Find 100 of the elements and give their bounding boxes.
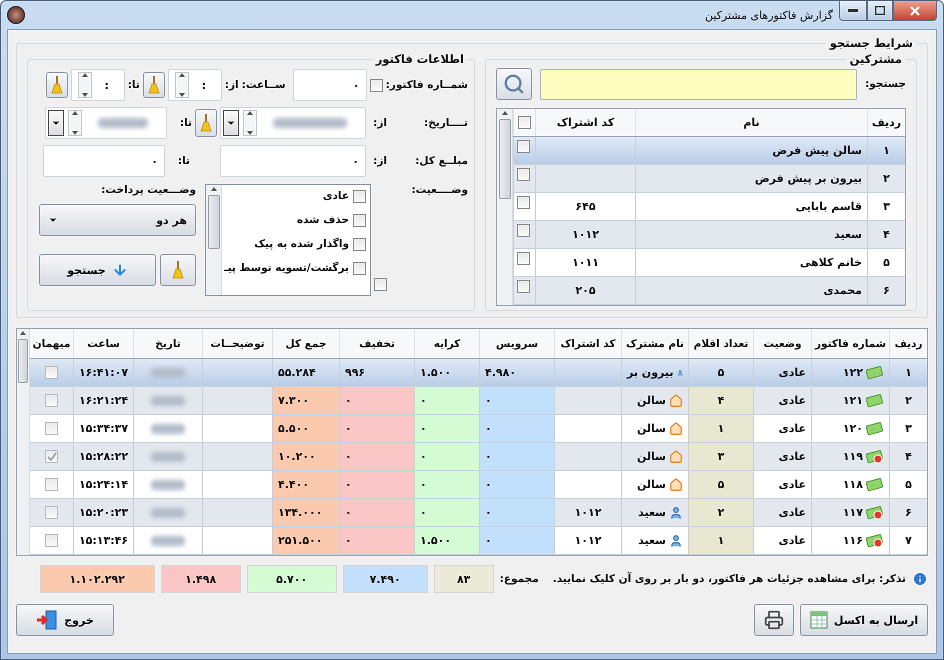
broom-button[interactable] bbox=[160, 254, 196, 286]
scroll-thumb[interactable] bbox=[498, 119, 510, 199]
guest-checkbox[interactable] bbox=[45, 478, 58, 491]
spin-arrows-icon[interactable] bbox=[78, 72, 92, 98]
payment-status-dropdown[interactable]: هر دو bbox=[39, 204, 196, 236]
row-checkbox[interactable] bbox=[517, 168, 530, 181]
scroll-up-icon[interactable] bbox=[20, 331, 26, 335]
date-field[interactable] bbox=[45, 107, 167, 139]
table-row[interactable]: ۳ قاسم بابایی ۶۴۵ bbox=[513, 193, 905, 221]
time-field[interactable]: : bbox=[70, 69, 125, 101]
table-cell: ۵ bbox=[688, 471, 753, 498]
field-label: از: bbox=[224, 79, 239, 91]
broom-button[interactable] bbox=[46, 72, 68, 98]
table-cell: ۵.۵۰۰ bbox=[272, 415, 339, 442]
close-button[interactable] bbox=[893, 1, 937, 21]
dropdown-button[interactable] bbox=[48, 110, 64, 136]
guest-checkbox[interactable] bbox=[45, 506, 58, 519]
table-cell: ۴ bbox=[867, 221, 905, 248]
select-all-checkbox[interactable] bbox=[518, 116, 531, 129]
field-label: جستجو: bbox=[865, 78, 906, 90]
status-checkbox[interactable] bbox=[353, 238, 366, 250]
row-checkbox[interactable] bbox=[517, 280, 530, 293]
time-field[interactable]: : bbox=[168, 69, 222, 101]
broom-button[interactable] bbox=[195, 109, 217, 137]
table-cell: ۱۵:۲۴:۱۴ bbox=[73, 471, 133, 498]
exit-button[interactable]: خروج bbox=[16, 604, 114, 636]
table-cell: ۱۵:۳۴:۳۷ bbox=[73, 415, 133, 442]
scrollbar[interactable] bbox=[206, 185, 222, 295]
amount-field[interactable]: ۰ bbox=[220, 145, 366, 177]
spin-arrows-icon[interactable] bbox=[68, 110, 82, 136]
guest-checkbox[interactable] bbox=[45, 450, 58, 463]
table-cell: سعید bbox=[635, 221, 867, 248]
row-checkbox[interactable] bbox=[517, 196, 530, 209]
amount-field[interactable]: ۰ bbox=[43, 145, 165, 177]
table-cell: ۶۴۵ bbox=[535, 193, 635, 220]
table-row[interactable]: ۱ سالن پیش فرض bbox=[513, 137, 905, 165]
status-option: برگشت/تسویه توسط پیـ bbox=[224, 262, 349, 274]
table-cell: ۰ bbox=[414, 387, 479, 414]
table-cell: ۰ bbox=[339, 415, 414, 442]
close-icon bbox=[910, 6, 920, 16]
table-cell: ۶ bbox=[889, 499, 927, 526]
table-row[interactable]: ۴ سعید ۱۰۱۲ bbox=[513, 221, 905, 249]
status-checkbox[interactable] bbox=[353, 262, 366, 274]
spin-arrows-icon[interactable] bbox=[174, 72, 189, 98]
field-label: تا: bbox=[178, 117, 192, 129]
scroll-up-icon[interactable] bbox=[210, 187, 216, 191]
scroll-thumb[interactable] bbox=[18, 339, 28, 383]
invoice-number-checkbox[interactable] bbox=[370, 78, 383, 92]
date-field[interactable] bbox=[220, 107, 366, 139]
guest-checkbox[interactable] bbox=[45, 366, 58, 379]
table-cell: ۱۲۲ bbox=[811, 359, 889, 386]
column-header: نام مشترک bbox=[621, 329, 688, 358]
status-checkbox[interactable] bbox=[353, 214, 366, 226]
table-row[interactable]: ۶ محمدی ۲۰۵ bbox=[513, 277, 905, 305]
scrollbar[interactable] bbox=[497, 109, 513, 305]
maximize-button[interactable] bbox=[867, 1, 893, 21]
guest-checkbox[interactable] bbox=[45, 394, 58, 407]
status-checkbox[interactable] bbox=[353, 190, 366, 202]
export-excel-button[interactable]: ارسال به اکسل bbox=[800, 604, 928, 636]
table-cell: ۹۹۶ bbox=[339, 359, 414, 386]
table-cell: ۴.۴۰۰ bbox=[272, 471, 339, 498]
table-row[interactable]: ۴ ۱۱۹ عادی ۳ سالن ۰ ۰ ۰ ۱۰.۲۰۰ ۱۵:۲۸:۲۲ bbox=[30, 443, 927, 471]
search-button[interactable]: جستجو bbox=[39, 254, 156, 286]
table-row[interactable]: ۲ ۱۲۱ عادی ۴ سالن ۰ ۰ ۰ ۷.۳۰۰ ۱۶:۲۱:۲۴ bbox=[30, 387, 927, 415]
row-checkbox[interactable] bbox=[517, 224, 530, 237]
column-header: کرایه bbox=[414, 329, 479, 358]
minimize-button[interactable] bbox=[839, 1, 867, 21]
scrollbar[interactable] bbox=[17, 329, 30, 555]
table-row[interactable]: ۶ ۱۱۷ عادی ۲ سعید ۱۰۱۲ ۰ ۰ ۰ ۱۳۴.۰۰۰ ۱۵:۲۰:۲۳ bbox=[30, 499, 927, 527]
table-cell: ۱.۵۰۰ bbox=[414, 359, 479, 386]
table-cell: ۰ bbox=[479, 415, 554, 442]
broom-button[interactable] bbox=[142, 72, 165, 98]
table-row[interactable]: ۳ ۱۲۰ عادی ۱ سالن ۰ ۰ ۰ ۵.۵۰۰ ۱۵:۳۴:۳۷ bbox=[30, 415, 927, 443]
table-row[interactable]: ۵ خانم کلاهی ۱۰۱۱ bbox=[513, 249, 905, 277]
totals-label: مجموع: bbox=[500, 573, 539, 585]
table-row[interactable]: ۷ ۱۱۶ عادی ۱ سعید ۱۰۱۲ ۰ ۱.۵۰۰ ۰ ۲۵۱.۵۰۰ ۱۵:۱۳:۴۶ bbox=[30, 527, 927, 555]
all-status-checkbox[interactable] bbox=[374, 278, 387, 291]
scroll-up-icon[interactable] bbox=[502, 111, 508, 115]
row-checkbox[interactable] bbox=[517, 140, 530, 153]
status-option: عادی bbox=[322, 190, 349, 202]
search-button[interactable] bbox=[496, 68, 532, 100]
invoice-number-field[interactable]: ۰ bbox=[292, 69, 367, 101]
print-button[interactable] bbox=[754, 604, 794, 636]
table-cell: ۱ bbox=[867, 137, 905, 164]
table-cell: ۰ bbox=[414, 415, 479, 442]
guest-checkbox[interactable] bbox=[45, 422, 58, 435]
table-row[interactable]: ۲ بیرون بر پیش فرض bbox=[513, 165, 905, 193]
field-label: تا: bbox=[128, 79, 140, 91]
row-checkbox[interactable] bbox=[517, 252, 530, 265]
search-field[interactable] bbox=[540, 68, 858, 100]
table-cell: ۱۵:۲۰:۲۳ bbox=[73, 499, 133, 526]
broom-icon bbox=[171, 261, 185, 279]
table-cell: ۰ bbox=[414, 499, 479, 526]
spin-arrows-icon[interactable] bbox=[243, 110, 257, 136]
scroll-thumb[interactable] bbox=[208, 195, 220, 249]
table-row[interactable]: ۵ ۱۱۸ عادی ۵ سالن ۰ ۰ ۰ ۴.۴۰۰ ۱۵:۲۴:۱۴ bbox=[30, 471, 927, 499]
table-row[interactable]: ۱ ۱۲۲ عادی ۵ بیرون بر ۴.۹۸۰ ۱.۵۰۰ ۹۹۶ ۵۵.۲۸۴ ۱۶:۴۱:۰۷ bbox=[30, 359, 927, 387]
table-cell: ۰ bbox=[339, 527, 414, 554]
guest-checkbox[interactable] bbox=[45, 534, 58, 547]
dropdown-button[interactable] bbox=[223, 110, 239, 136]
